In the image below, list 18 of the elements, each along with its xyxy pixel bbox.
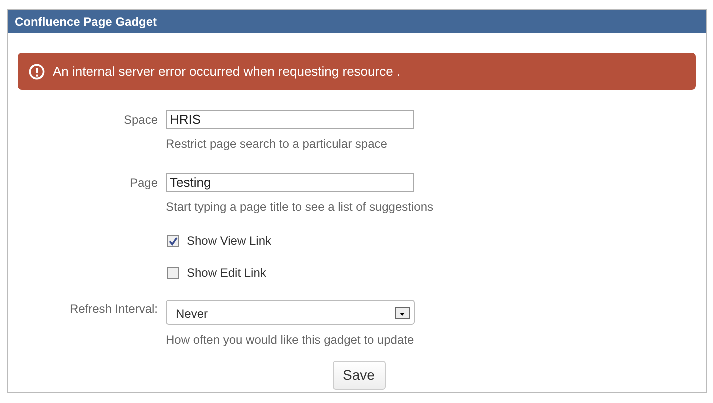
checkbox[interactable] bbox=[167, 235, 179, 247]
checkbox[interactable] bbox=[167, 267, 179, 279]
hint-text: Start typing a page title to see a list of suggestions bbox=[166, 199, 434, 216]
field-label: Page bbox=[128, 174, 159, 192]
checkbox-label: Show Edit Link bbox=[187, 265, 266, 282]
text-field[interactable]: Testing bbox=[166, 173, 414, 192]
checkbox-label: Show View Link bbox=[187, 233, 272, 250]
panel-title: Confluence Page Gadget bbox=[15, 14, 158, 30]
hint-text: Restrict page search to a particular space bbox=[166, 136, 388, 153]
check-icon bbox=[168, 236, 178, 246]
field-label: Space bbox=[122, 112, 159, 128]
text-field[interactable]: HRIS bbox=[166, 110, 414, 129]
save-button[interactable]: Save bbox=[332, 361, 386, 390]
hint-text: How often you would like this gadget to update bbox=[166, 332, 416, 349]
exclamation-icon bbox=[29, 64, 45, 80]
dropdown[interactable]: Never bbox=[166, 300, 415, 325]
field-label: Refresh Interval: bbox=[68, 301, 159, 318]
error-message: An internal server error occurred when requesting resource . bbox=[53, 62, 401, 81]
